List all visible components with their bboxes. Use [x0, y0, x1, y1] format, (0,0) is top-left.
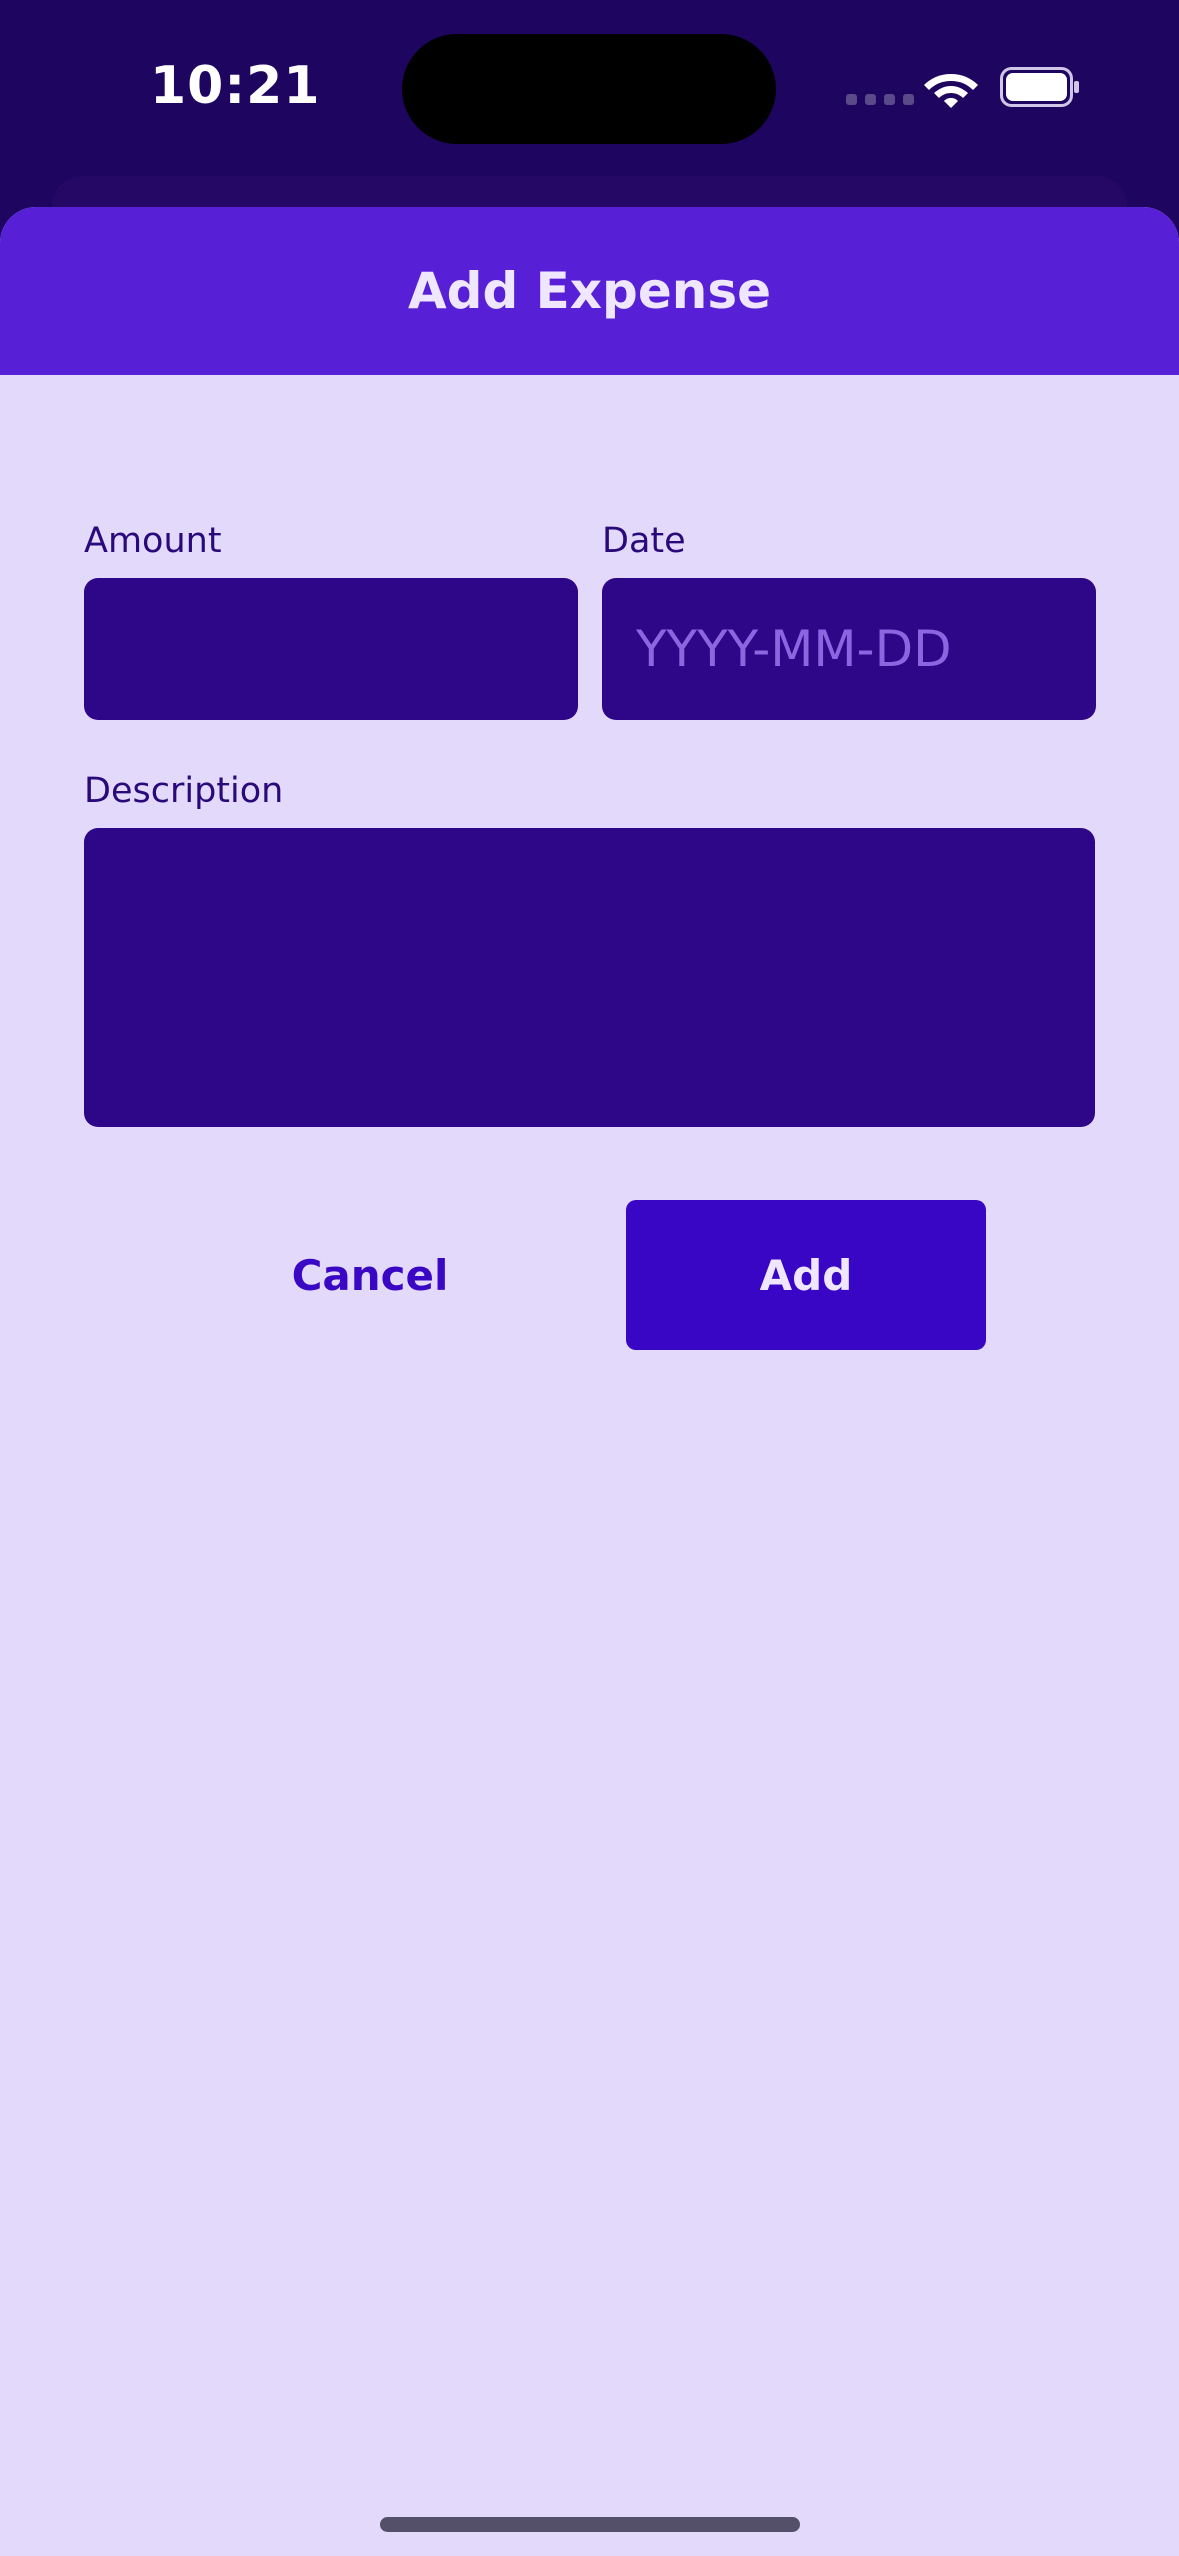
amount-label: Amount — [84, 521, 222, 561]
description-input[interactable] — [84, 828, 1095, 1127]
cancel-button[interactable]: Cancel — [220, 1200, 520, 1350]
sheet-title: Add Expense — [407, 262, 772, 320]
cellular-signal-icon — [846, 94, 914, 105]
sheet-header: Add Expense — [0, 207, 1179, 375]
date-input[interactable] — [602, 578, 1096, 720]
wifi-icon — [924, 74, 978, 108]
dynamic-island — [402, 34, 776, 144]
home-indicator[interactable] — [380, 2517, 800, 2532]
amount-input[interactable] — [84, 578, 578, 720]
status-bar: 10:21 — [0, 0, 1179, 175]
add-expense-sheet: Add Expense Amount Date Description Canc… — [0, 207, 1179, 2556]
status-time: 10:21 — [150, 56, 321, 116]
description-label: Description — [84, 771, 284, 811]
battery-icon — [1000, 67, 1079, 107]
date-label: Date — [602, 521, 686, 561]
add-button[interactable]: Add — [626, 1200, 986, 1350]
